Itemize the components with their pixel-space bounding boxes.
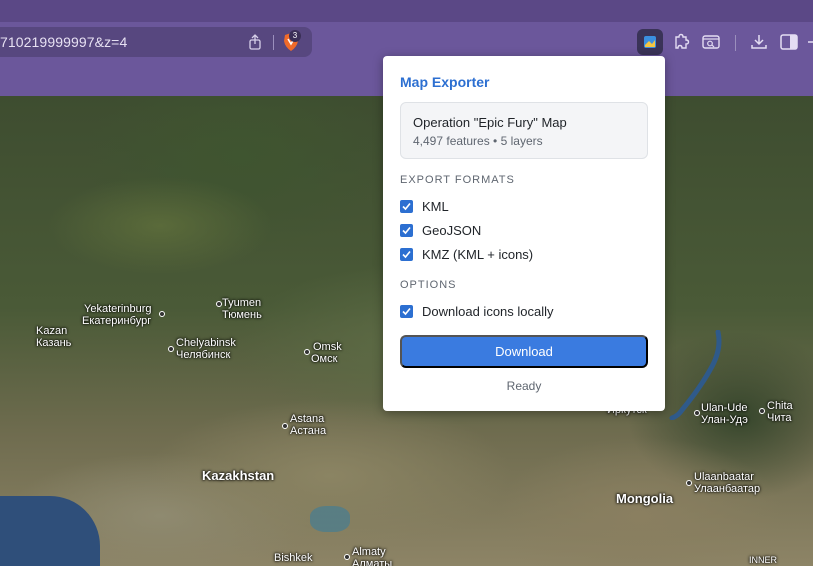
tab-bar [0, 0, 813, 22]
format-kmz-checkbox[interactable] [400, 247, 413, 261]
format-kml-label: KML [422, 198, 449, 214]
format-kmz-option[interactable]: KMZ (KML + icons) [400, 245, 533, 263]
download-icons-checkbox[interactable] [400, 304, 413, 318]
city-marker[interactable] [344, 554, 350, 560]
map-stats: 4,497 features • 5 layers [413, 134, 543, 148]
place-mongolia: Mongolia [616, 491, 674, 506]
place-astana-ru: Астана [290, 425, 327, 437]
format-geojson-option[interactable]: GeoJSON [400, 221, 481, 239]
check-icon [402, 250, 411, 258]
lake-balkhash [310, 506, 350, 532]
place-yekaterinburg-ru: Екатеринбург [82, 315, 152, 327]
menu-edge-icon[interactable] [806, 29, 813, 55]
share-icon[interactable] [247, 34, 263, 50]
download-button[interactable]: Download [400, 335, 648, 368]
status-text: Ready [506, 379, 542, 393]
place-ulan-ude-ru: Улан-Удэ [701, 414, 748, 426]
place-omsk: Omsk [313, 341, 342, 353]
place-almaty: Almaty [352, 546, 386, 558]
place-chelyabinsk-ru: Челябинск [176, 349, 231, 361]
caspian-sea [0, 496, 100, 566]
download-icons-option[interactable]: Download icons locally [400, 302, 554, 320]
place-tyumen: Tyumen [222, 297, 262, 309]
city-marker[interactable] [159, 311, 165, 317]
place-chita: Chita [767, 400, 793, 412]
brave-shields-count-badge: 3 [289, 30, 301, 42]
options-heading: OPTIONS [400, 279, 457, 291]
download-icon[interactable] [746, 29, 772, 55]
place-almaty-ru: Алматы [352, 558, 393, 566]
url-divider [273, 35, 274, 50]
map-name: Operation "Epic Fury" Map [413, 115, 567, 130]
address-bar[interactable]: 710219999997&z=4 3 [0, 27, 312, 57]
place-astana: Astana [290, 413, 325, 425]
popup-title: Map Exporter [400, 74, 490, 90]
place-ulan-ude: Ulan-Ude [701, 402, 748, 414]
place-inner: INNER [749, 555, 778, 565]
map-summary-card: Operation "Epic Fury" Map 4,497 features… [400, 102, 648, 159]
place-ulaanbaatar: Ulaanbaatar [694, 471, 754, 483]
toolbar-divider [735, 35, 736, 51]
place-ulaanbaatar-ru: Улаанбаатар [694, 483, 761, 495]
place-bishkek: Bishkek [274, 552, 313, 564]
check-icon [402, 202, 411, 210]
format-kmz-label: KMZ (KML + icons) [422, 246, 534, 262]
place-kazan-ru: Казань [36, 337, 72, 349]
city-marker[interactable] [304, 349, 310, 355]
city-marker[interactable] [216, 301, 222, 307]
map-exporter-popup: Map Exporter Operation "Epic Fury" Map 4… [383, 56, 665, 411]
format-geojson-checkbox[interactable] [400, 223, 413, 237]
extensions-puzzle-icon[interactable] [668, 29, 694, 55]
place-tyumen-ru: Тюмень [222, 309, 262, 321]
place-kazakhstan: Kazakhstan [202, 468, 275, 483]
place-kazan: Kazan [36, 325, 68, 337]
place-omsk-ru: Омск [311, 353, 338, 365]
city-marker[interactable] [686, 480, 692, 486]
format-kml-option[interactable]: KML [400, 197, 449, 215]
reader-mode-icon[interactable] [698, 29, 724, 55]
city-marker[interactable] [282, 423, 288, 429]
format-kml-checkbox[interactable] [400, 199, 413, 213]
city-marker[interactable] [694, 410, 700, 416]
check-icon [402, 226, 411, 234]
place-chita-ru: Чита [767, 412, 792, 424]
format-geojson-label: GeoJSON [422, 222, 482, 238]
map-exporter-extension-icon[interactable] [637, 29, 663, 55]
map-icon [644, 36, 656, 48]
export-formats-heading: EXPORT FORMATS [400, 174, 515, 186]
url-text[interactable]: 710219999997&z=4 [0, 34, 127, 50]
city-marker[interactable] [759, 408, 765, 414]
city-marker[interactable] [168, 346, 174, 352]
check-icon [402, 307, 411, 315]
download-icons-label: Download icons locally [422, 303, 554, 319]
place-chelyabinsk: Chelyabinsk [176, 337, 236, 349]
place-yekaterinburg: Yekaterinburg [84, 303, 152, 315]
sidebar-toggle-icon[interactable] [776, 29, 802, 55]
